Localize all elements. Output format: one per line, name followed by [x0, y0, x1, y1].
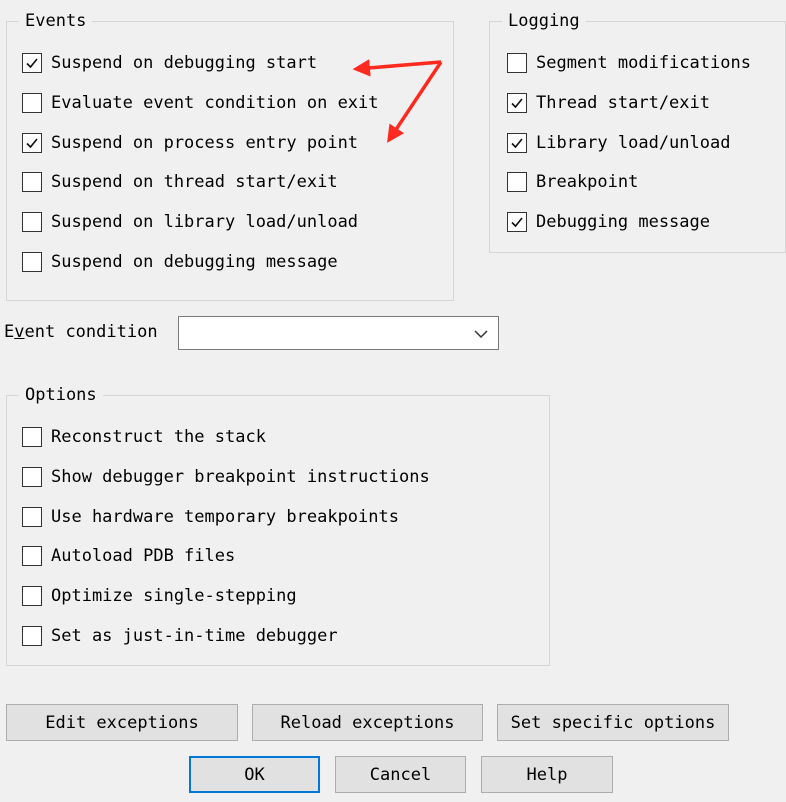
checkbox-label: Optimize single-stepping: [51, 586, 297, 606]
checkbox[interactable]: [22, 427, 42, 447]
options-checkbox-row[interactable]: Show debugger breakpoint instructions: [22, 465, 430, 489]
help-button[interactable]: Help: [481, 756, 613, 793]
checkbox[interactable]: [22, 546, 42, 566]
cancel-button[interactable]: Cancel: [335, 756, 466, 793]
events-checkbox-row[interactable]: Suspend on library load/unload: [22, 210, 358, 234]
checkbox[interactable]: [507, 172, 527, 192]
checkbox-label: Suspend on debugging start: [51, 53, 318, 73]
options-checkbox-row[interactable]: Optimize single-stepping: [22, 584, 297, 608]
events-group-title: Events: [19, 10, 93, 32]
logging-checkbox-row[interactable]: Segment modifications: [507, 51, 751, 75]
edit-exceptions-button[interactable]: Edit exceptions: [6, 704, 238, 741]
checkbox-label: Show debugger breakpoint instructions: [51, 467, 430, 487]
checkmark-icon: [26, 58, 38, 69]
checkbox-label: Suspend on thread start/exit: [51, 172, 338, 192]
checkbox-label: Segment modifications: [536, 53, 751, 73]
checkmark-icon: [511, 98, 523, 109]
event-condition-label: Event condition: [4, 322, 158, 342]
checkbox-label: Evaluate event condition on exit: [51, 93, 379, 113]
checkbox[interactable]: [507, 93, 527, 113]
checkbox[interactable]: [22, 133, 42, 153]
checkbox[interactable]: [22, 212, 42, 232]
options-checkbox-row[interactable]: Use hardware temporary breakpoints: [22, 505, 399, 529]
checkbox-label: Library load/unload: [536, 133, 731, 153]
checkbox[interactable]: [22, 467, 42, 487]
checkbox-label: Suspend on library load/unload: [51, 212, 359, 232]
chevron-down-icon[interactable]: [472, 325, 490, 343]
checkbox-label: Suspend on debugging message: [51, 252, 338, 272]
events-checkbox-row[interactable]: Evaluate event condition on exit: [22, 91, 379, 115]
checkbox[interactable]: [22, 507, 42, 527]
checkmark-icon: [511, 217, 523, 228]
options-group-title: Options: [19, 384, 103, 406]
reload-exceptions-button[interactable]: Reload exceptions: [252, 704, 483, 741]
checkbox[interactable]: [507, 53, 527, 73]
checkbox-label: Use hardware temporary breakpoints: [51, 507, 399, 527]
checkbox[interactable]: [22, 586, 42, 606]
checkbox[interactable]: [507, 133, 527, 153]
checkbox-label: Autoload PDB files: [51, 546, 236, 566]
checkbox-label: Thread start/exit: [536, 93, 710, 113]
options-checkbox-row[interactable]: Set as just-in-time debugger: [22, 624, 338, 648]
checkbox[interactable]: [22, 93, 42, 113]
logging-checkbox-row[interactable]: Breakpoint: [507, 170, 638, 194]
checkbox-label: Suspend on process entry point: [51, 133, 359, 153]
checkbox-label: Reconstruct the stack: [51, 427, 266, 447]
checkbox[interactable]: [22, 172, 42, 192]
checkbox-label: Breakpoint: [536, 172, 639, 192]
logging-checkbox-row[interactable]: Debugging message: [507, 210, 710, 234]
event-condition-combobox[interactable]: [178, 316, 499, 350]
checkbox[interactable]: [22, 626, 42, 646]
checkbox[interactable]: [22, 53, 42, 73]
events-checkbox-row[interactable]: Suspend on debugging message: [22, 250, 338, 274]
events-checkbox-row[interactable]: Suspend on thread start/exit: [22, 170, 338, 194]
checkmark-icon: [511, 138, 523, 149]
logging-group-title: Logging: [502, 10, 586, 32]
checkmark-icon: [26, 138, 38, 149]
checkbox-label: Debugging message: [536, 212, 710, 232]
options-checkbox-row[interactable]: Autoload PDB files: [22, 544, 235, 568]
checkbox[interactable]: [507, 212, 527, 232]
set-specific-options-button[interactable]: Set specific options: [497, 704, 729, 741]
ok-button[interactable]: OK: [189, 756, 320, 793]
logging-checkbox-row[interactable]: Library load/unload: [507, 131, 730, 155]
checkbox-label: Set as just-in-time debugger: [51, 626, 338, 646]
logging-checkbox-row[interactable]: Thread start/exit: [507, 91, 710, 115]
options-checkbox-row[interactable]: Reconstruct the stack: [22, 425, 266, 449]
checkbox[interactable]: [22, 252, 42, 272]
events-checkbox-row[interactable]: Suspend on process entry point: [22, 131, 358, 155]
events-checkbox-row[interactable]: Suspend on debugging start: [22, 51, 317, 75]
